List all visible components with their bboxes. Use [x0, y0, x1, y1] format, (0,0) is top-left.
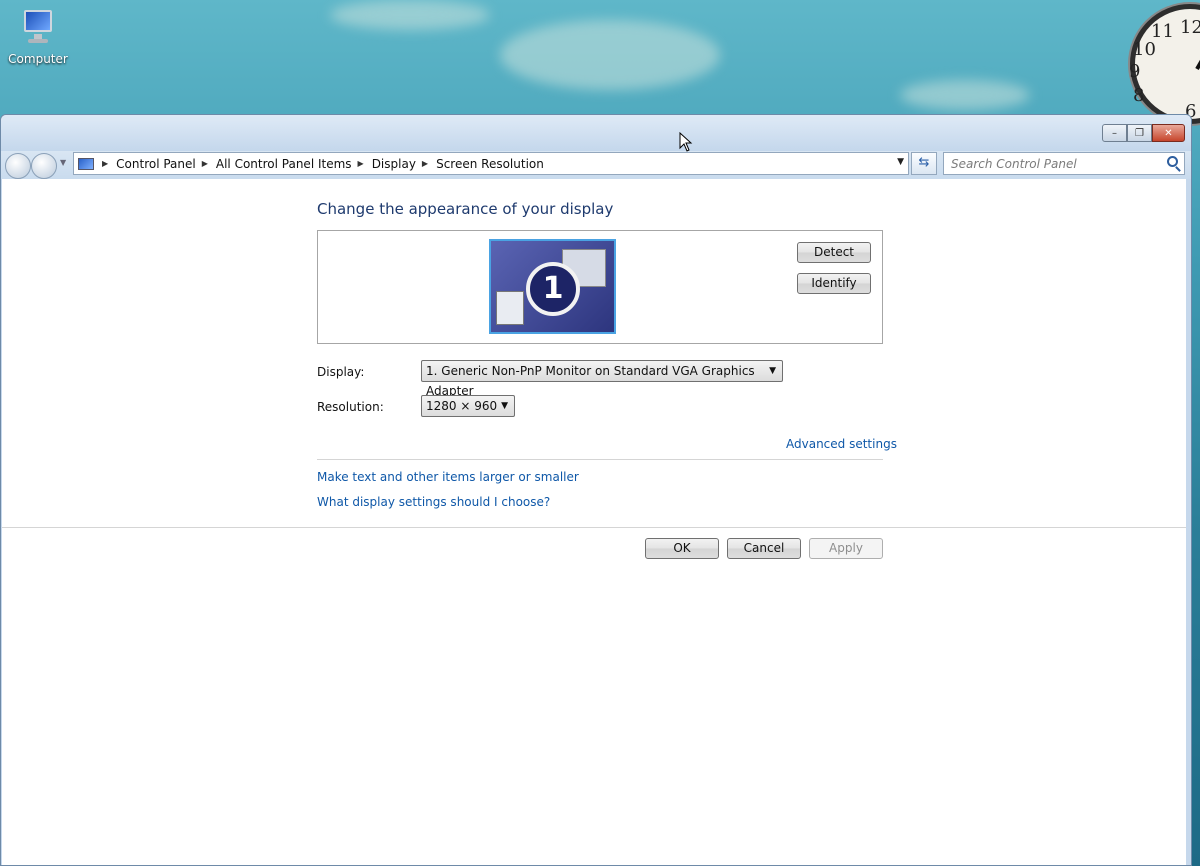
chevron-right-icon[interactable]: ▶ — [358, 159, 364, 168]
search-input[interactable] — [944, 153, 1154, 174]
mouse-cursor-icon — [679, 132, 693, 152]
display-label: Display: — [317, 365, 365, 379]
resolution-select[interactable]: 1280 × 960 ▼ — [421, 395, 515, 417]
identify-button[interactable]: Identify — [797, 273, 871, 294]
desktop-computer-icon[interactable]: Computer — [4, 6, 72, 66]
clock-hand — [1195, 38, 1200, 70]
breadcrumb-all-items[interactable]: All Control Panel Items — [216, 157, 352, 171]
clock-numeral: 8 — [1133, 85, 1145, 106]
advanced-settings-link[interactable]: Advanced settings — [786, 437, 897, 451]
monitor-1-thumbnail[interactable]: 1 — [489, 239, 616, 334]
ok-button[interactable]: OK — [645, 538, 719, 559]
search-icon[interactable] — [1167, 156, 1178, 167]
divider — [2, 527, 1186, 528]
chevron-down-icon[interactable]: ▼ — [897, 157, 904, 167]
clock-numeral: 10 — [1133, 39, 1156, 60]
display-select-value: 1. Generic Non-PnP Monitor on Standard V… — [426, 364, 755, 398]
chevron-right-icon[interactable]: ▶ — [102, 159, 108, 168]
page-title: Change the appearance of your display — [317, 200, 614, 218]
breadcrumb-display[interactable]: Display — [372, 157, 416, 171]
computer-icon — [16, 6, 60, 50]
back-button[interactable] — [5, 153, 31, 179]
search-box[interactable] — [943, 152, 1185, 175]
breadcrumb-control-panel[interactable]: Control Panel — [116, 157, 196, 171]
chevron-right-icon[interactable]: ▶ — [202, 159, 208, 168]
control-panel-icon — [78, 157, 94, 170]
title-bar[interactable]: – ❐ ✕ — [1, 115, 1191, 151]
refresh-button[interactable]: ⇆ — [911, 152, 937, 175]
cancel-button[interactable]: Cancel — [727, 538, 801, 559]
display-select[interactable]: 1. Generic Non-PnP Monitor on Standard V… — [421, 360, 783, 398]
display-help-link[interactable]: What display settings should I choose? — [317, 495, 550, 509]
clock-numeral: 12 — [1180, 17, 1200, 38]
caption-buttons: – ❐ ✕ — [1102, 124, 1185, 142]
screen-resolution-window: – ❐ ✕ ▼ ▶ Control Panel ▶ All Control Pa… — [0, 114, 1192, 866]
minimize-button[interactable]: – — [1102, 124, 1127, 142]
clock-numeral: 9 — [1129, 61, 1141, 82]
breadcrumb-screen-resolution[interactable]: Screen Resolution — [436, 157, 544, 171]
desktop-cloud — [900, 80, 1030, 110]
address-bar[interactable]: ▶ Control Panel ▶ All Control Panel Item… — [73, 152, 909, 175]
detect-button[interactable]: Detect — [797, 242, 871, 263]
monitor-preview-panel: 1 Detect Identify — [317, 230, 883, 344]
recent-pages-icon[interactable]: ▼ — [60, 158, 66, 167]
chevron-down-icon: ▼ — [769, 366, 776, 376]
desktop-cloud — [330, 0, 490, 30]
window-preview-graphic — [496, 291, 524, 325]
clock-numeral: 11 — [1151, 21, 1174, 42]
forward-button[interactable] — [31, 153, 57, 179]
desktop-icon-label: Computer — [8, 52, 68, 66]
main-content: Change the appearance of your display 1 … — [2, 179, 1186, 865]
apply-button[interactable]: Apply — [809, 538, 883, 559]
monitor-number-badge: 1 — [526, 262, 580, 316]
resolution-select-value: 1280 × 960 — [426, 399, 498, 413]
chevron-right-icon[interactable]: ▶ — [422, 159, 428, 168]
clock-gadget[interactable]: 10 11 12 9 8 6 — [1129, 4, 1200, 124]
desktop-cloud — [500, 20, 720, 90]
navigation-bar: ▼ ▶ Control Panel ▶ All Control Panel It… — [1, 151, 1191, 179]
resolution-label: Resolution: — [317, 400, 384, 414]
chevron-down-icon: ▼ — [501, 401, 508, 411]
text-size-link[interactable]: Make text and other items larger or smal… — [317, 470, 579, 484]
close-button[interactable]: ✕ — [1152, 124, 1185, 142]
restore-button[interactable]: ❐ — [1127, 124, 1152, 142]
divider — [317, 459, 883, 460]
